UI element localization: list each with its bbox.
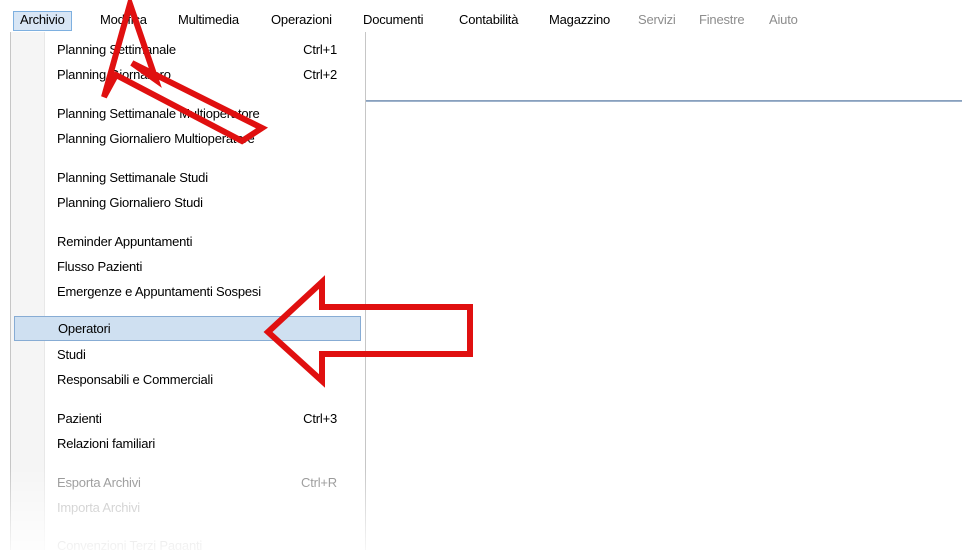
- menu-item-planning-settimanale-studi[interactable]: Planning Settimanale Studi: [11, 165, 365, 190]
- menu-item-label: Responsabili e Commerciali: [57, 372, 213, 387]
- menu-separator: [49, 93, 361, 94]
- menu-item-esporta-archivi[interactable]: Esporta Archivi Ctrl+R: [11, 470, 365, 495]
- menu-item-label: Planning Settimanale: [57, 42, 176, 57]
- menu-item-reminder-appuntamenti[interactable]: Reminder Appuntamenti: [11, 229, 365, 254]
- menu-contabilita[interactable]: Contabilità: [453, 11, 524, 31]
- menu-item-label: Planning Giornaliero: [57, 67, 171, 82]
- menu-separator: [49, 157, 361, 158]
- menu-item-shortcut: Ctrl+2: [303, 67, 337, 82]
- menu-documenti[interactable]: Documenti: [357, 11, 429, 31]
- menu-item-label: Esporta Archivi: [57, 475, 141, 490]
- menu-bar: Archivio Modifica Multimedia Operazioni …: [0, 0, 962, 34]
- menu-separator: [49, 309, 361, 310]
- window-divider-line: [360, 100, 962, 102]
- menu-modifica[interactable]: Modifica: [94, 11, 153, 31]
- menu-separator: [49, 462, 361, 463]
- menu-item-importa-archivi[interactable]: Importa Archivi: [11, 495, 365, 520]
- menu-separator: [49, 526, 361, 527]
- menu-item-label: Operatori: [58, 321, 111, 336]
- menu-item-planning-settimanale-multioperatore[interactable]: Planning Settimanale Multioperatore: [11, 101, 365, 126]
- menu-archivio[interactable]: Archivio: [13, 11, 72, 31]
- menu-item-planning-giornaliero-multioperatore[interactable]: Planning Giornaliero Multioperatore: [11, 126, 365, 151]
- menu-item-label: Reminder Appuntamenti: [57, 234, 193, 249]
- menu-item-label: Planning Settimanale Multioperatore: [57, 106, 260, 121]
- menu-item-shortcut: Ctrl+R: [301, 475, 337, 490]
- menu-item-planning-giornaliero[interactable]: Planning Giornaliero Ctrl+2: [11, 62, 365, 87]
- archivio-dropdown-menu: Planning Settimanale Ctrl+1 Planning Gio…: [10, 32, 366, 550]
- menu-multimedia[interactable]: Multimedia: [172, 11, 245, 31]
- menu-separator: [49, 398, 361, 399]
- menu-item-label: Flusso Pazienti: [57, 259, 143, 274]
- menu-separator: [49, 221, 361, 222]
- menu-item-label: Studi: [57, 347, 86, 362]
- menu-item-relazioni-familiari[interactable]: Relazioni familiari: [11, 431, 365, 456]
- menu-item-shortcut: Ctrl+1: [303, 42, 337, 57]
- menu-item-label: Importa Archivi: [57, 500, 140, 515]
- menu-magazzino[interactable]: Magazzino: [543, 11, 616, 31]
- menu-aiuto[interactable]: Aiuto: [763, 11, 804, 31]
- menu-item-label: Planning Giornaliero Studi: [57, 195, 203, 210]
- menu-item-shortcut: Ctrl+3: [303, 411, 337, 426]
- menu-item-responsabili-commerciali[interactable]: Responsabili e Commerciali: [11, 367, 365, 392]
- menu-item-studi[interactable]: Studi: [11, 342, 365, 367]
- menu-operazioni[interactable]: Operazioni: [265, 11, 338, 31]
- menu-finestre[interactable]: Finestre: [693, 11, 750, 31]
- menu-item-pazienti[interactable]: Pazienti Ctrl+3: [11, 406, 365, 431]
- menu-item-operatori[interactable]: Operatori: [14, 316, 361, 341]
- menu-item-planning-settimanale[interactable]: Planning Settimanale Ctrl+1: [11, 37, 365, 62]
- menu-item-label: Relazioni familiari: [57, 436, 156, 451]
- menu-item-emergenze-appuntamenti-sospesi[interactable]: Emergenze e Appuntamenti Sospesi: [11, 279, 365, 304]
- menu-item-label: Planning Giornaliero Multioperatore: [57, 131, 255, 146]
- menu-item-label: Convenzioni Terzi Paganti: [57, 538, 203, 550]
- menu-item-label: Emergenze e Appuntamenti Sospesi: [57, 284, 261, 299]
- menu-item-label: Pazienti: [57, 411, 102, 426]
- menu-item-flusso-pazienti[interactable]: Flusso Pazienti: [11, 254, 365, 279]
- menu-item-label: Planning Settimanale Studi: [57, 170, 208, 185]
- menu-item-planning-giornaliero-studi[interactable]: Planning Giornaliero Studi: [11, 190, 365, 215]
- menu-servizi[interactable]: Servizi: [632, 11, 682, 31]
- menu-item-convenzioni-terzi-paganti[interactable]: Convenzioni Terzi Paganti: [11, 533, 365, 550]
